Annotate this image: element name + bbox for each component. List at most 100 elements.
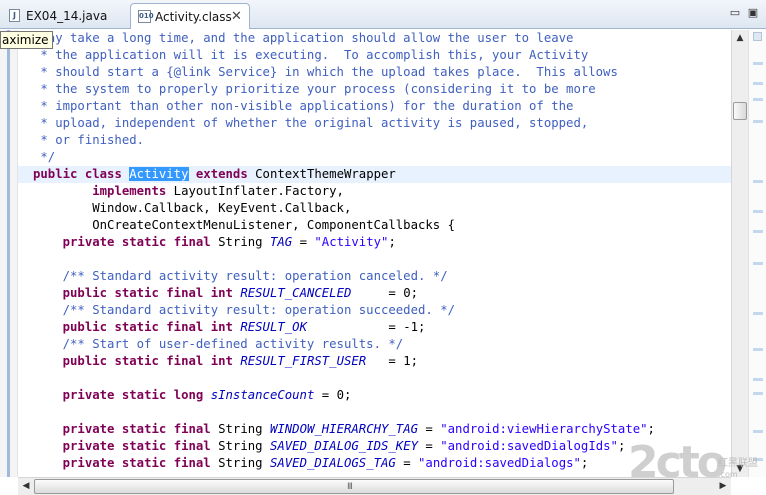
keyword: class xyxy=(84,167,122,181)
field-name: SAVED_DIALOG_IDS_KEY xyxy=(269,439,419,453)
overview-mark[interactable] xyxy=(753,210,763,213)
field-value: = -1; xyxy=(306,320,426,334)
tab-activity-class[interactable]: 010 Activity.class ✕ xyxy=(130,3,250,29)
grip-icon: III xyxy=(347,482,353,492)
java-file-icon: J xyxy=(9,9,20,22)
keyword: static xyxy=(121,388,167,402)
overview-mark[interactable] xyxy=(753,120,763,123)
code-line: * the system to properly prioritize your… xyxy=(33,82,596,96)
overview-mark[interactable] xyxy=(753,262,763,265)
field-name: SAVED_DIALOGS_TAG xyxy=(269,456,396,470)
keyword: final xyxy=(173,422,211,436)
keyword: private xyxy=(62,439,115,453)
left-ruler xyxy=(0,30,18,477)
field-value: = 0; xyxy=(314,388,352,402)
type: String xyxy=(210,422,270,436)
horizontal-scroll-thumb[interactable]: III xyxy=(34,479,674,494)
overview-mark[interactable] xyxy=(753,62,763,65)
field-name: WINDOW_HIERARCHY_TAG xyxy=(269,422,419,436)
type: String xyxy=(210,439,270,453)
overview-mark[interactable] xyxy=(753,230,763,233)
keyword: implements xyxy=(92,184,167,198)
scroll-left-icon[interactable]: ◀ xyxy=(18,478,34,495)
editor-tab-bar: J EX04_14.java 010 Activity.class ✕ ▭ ▣ xyxy=(0,0,766,29)
vertical-scroll-thumb[interactable] xyxy=(733,102,747,120)
keyword: static xyxy=(121,456,167,470)
overview-ruler[interactable] xyxy=(748,30,766,477)
keyword: static xyxy=(121,422,167,436)
keyword: public xyxy=(62,286,108,300)
overview-mark[interactable] xyxy=(753,82,763,85)
comment-text: /** Standard activity result: operation … xyxy=(62,269,448,283)
overview-mark[interactable] xyxy=(753,98,763,101)
horizontal-scrollbar[interactable]: ◀ III ▶ xyxy=(18,477,731,495)
code-line: private static final String SAVED_DIALOG… xyxy=(62,456,589,470)
minimize-icon[interactable]: ▭ xyxy=(728,6,742,20)
keyword: private xyxy=(62,388,115,402)
keyword: int xyxy=(210,354,233,368)
overview-mark[interactable] xyxy=(753,458,763,461)
keyword: int xyxy=(210,320,233,334)
class-file-icon: 010 xyxy=(138,10,154,23)
interface-list: Window.Callback, KeyEvent.Callback, xyxy=(92,201,352,215)
code-line: public static final int RESULT_FIRST_USE… xyxy=(33,353,418,370)
keyword: static xyxy=(121,235,167,249)
code-comment: /** Standard activity result: operation … xyxy=(33,268,448,285)
scroll-right-icon[interactable]: ▶ xyxy=(715,478,731,495)
code-line: */ xyxy=(33,150,56,164)
code-line: * upload, independent of whether the ori… xyxy=(33,116,589,130)
keyword: final xyxy=(166,320,204,334)
keyword: private xyxy=(62,235,115,249)
interface-list: LayoutInflater.Factory, xyxy=(166,184,344,198)
scroll-down-icon[interactable]: ▼ xyxy=(732,461,748,477)
code-line: Window.Callback, KeyEvent.Callback, xyxy=(33,200,351,217)
string-literal: "android:viewHierarchyState" xyxy=(440,422,648,436)
keyword: final xyxy=(166,286,204,300)
code-line: OnCreateContextMenuListener, ComponentCa… xyxy=(33,217,455,234)
field-name: RESULT_CANCELED xyxy=(240,286,352,300)
range-indicator xyxy=(7,30,10,477)
close-icon[interactable]: ✕ xyxy=(231,6,242,28)
code-line: * or finished. xyxy=(33,133,145,147)
keyword: final xyxy=(166,354,204,368)
keyword: public xyxy=(62,320,108,334)
code-line: public static final int RESULT_OK = -1; xyxy=(33,319,426,336)
overview-mark[interactable] xyxy=(753,392,763,395)
field-value: = 0; xyxy=(351,286,419,300)
overview-mark[interactable] xyxy=(753,378,763,381)
scroll-up-icon[interactable]: ▲ xyxy=(732,30,748,46)
comment-text: /** Start of user-defined activity resul… xyxy=(62,337,404,351)
keyword: public xyxy=(62,354,108,368)
code-line: * the application will it is executing. … xyxy=(33,48,589,62)
code-line: private static final String WINDOW_HIERA… xyxy=(62,422,655,436)
code-editor[interactable]: may take a long time, and the applicatio… xyxy=(18,30,731,477)
tab-label: Activity.class xyxy=(155,10,232,24)
class-declaration-line: public class Activity extends ContextThe… xyxy=(33,166,396,183)
keyword: private xyxy=(62,422,115,436)
comment-text: /** Standard activity result: operation … xyxy=(62,303,456,317)
code-comment: /** Start of user-defined activity resul… xyxy=(33,336,404,353)
overview-mark[interactable] xyxy=(753,348,763,351)
code-line: may take a long time, and the applicatio… xyxy=(33,31,574,45)
overview-mark[interactable] xyxy=(753,312,763,315)
keyword: private xyxy=(62,456,115,470)
code-comment: /** Standard activity result: operation … xyxy=(33,302,455,319)
keyword: int xyxy=(210,286,233,300)
field-name: RESULT_OK xyxy=(240,320,307,334)
overview-mark[interactable] xyxy=(753,180,763,183)
field-name: sInstanceCount xyxy=(210,388,315,402)
selected-class-name[interactable]: Activity xyxy=(129,167,189,181)
tab-label: EX04_14.java xyxy=(26,9,108,23)
overview-mark[interactable] xyxy=(753,430,763,433)
keyword: final xyxy=(173,456,211,470)
interface-list: OnCreateContextMenuListener, ComponentCa… xyxy=(92,218,455,232)
tab-ex04-14-java[interactable]: J EX04_14.java xyxy=(2,4,130,28)
code-line: private static long sInstanceCount = 0; xyxy=(33,387,352,404)
keyword: final xyxy=(173,439,211,453)
code-line: * important than other non-visible appli… xyxy=(33,99,574,113)
status-indicator xyxy=(753,32,762,41)
string-literal: "android:savedDialogs" xyxy=(418,456,581,470)
code-line: public static final int RESULT_CANCELED … xyxy=(33,285,418,302)
maximize-icon[interactable]: ▣ xyxy=(746,6,760,20)
vertical-scrollbar[interactable]: ▲ ▼ xyxy=(731,30,748,477)
